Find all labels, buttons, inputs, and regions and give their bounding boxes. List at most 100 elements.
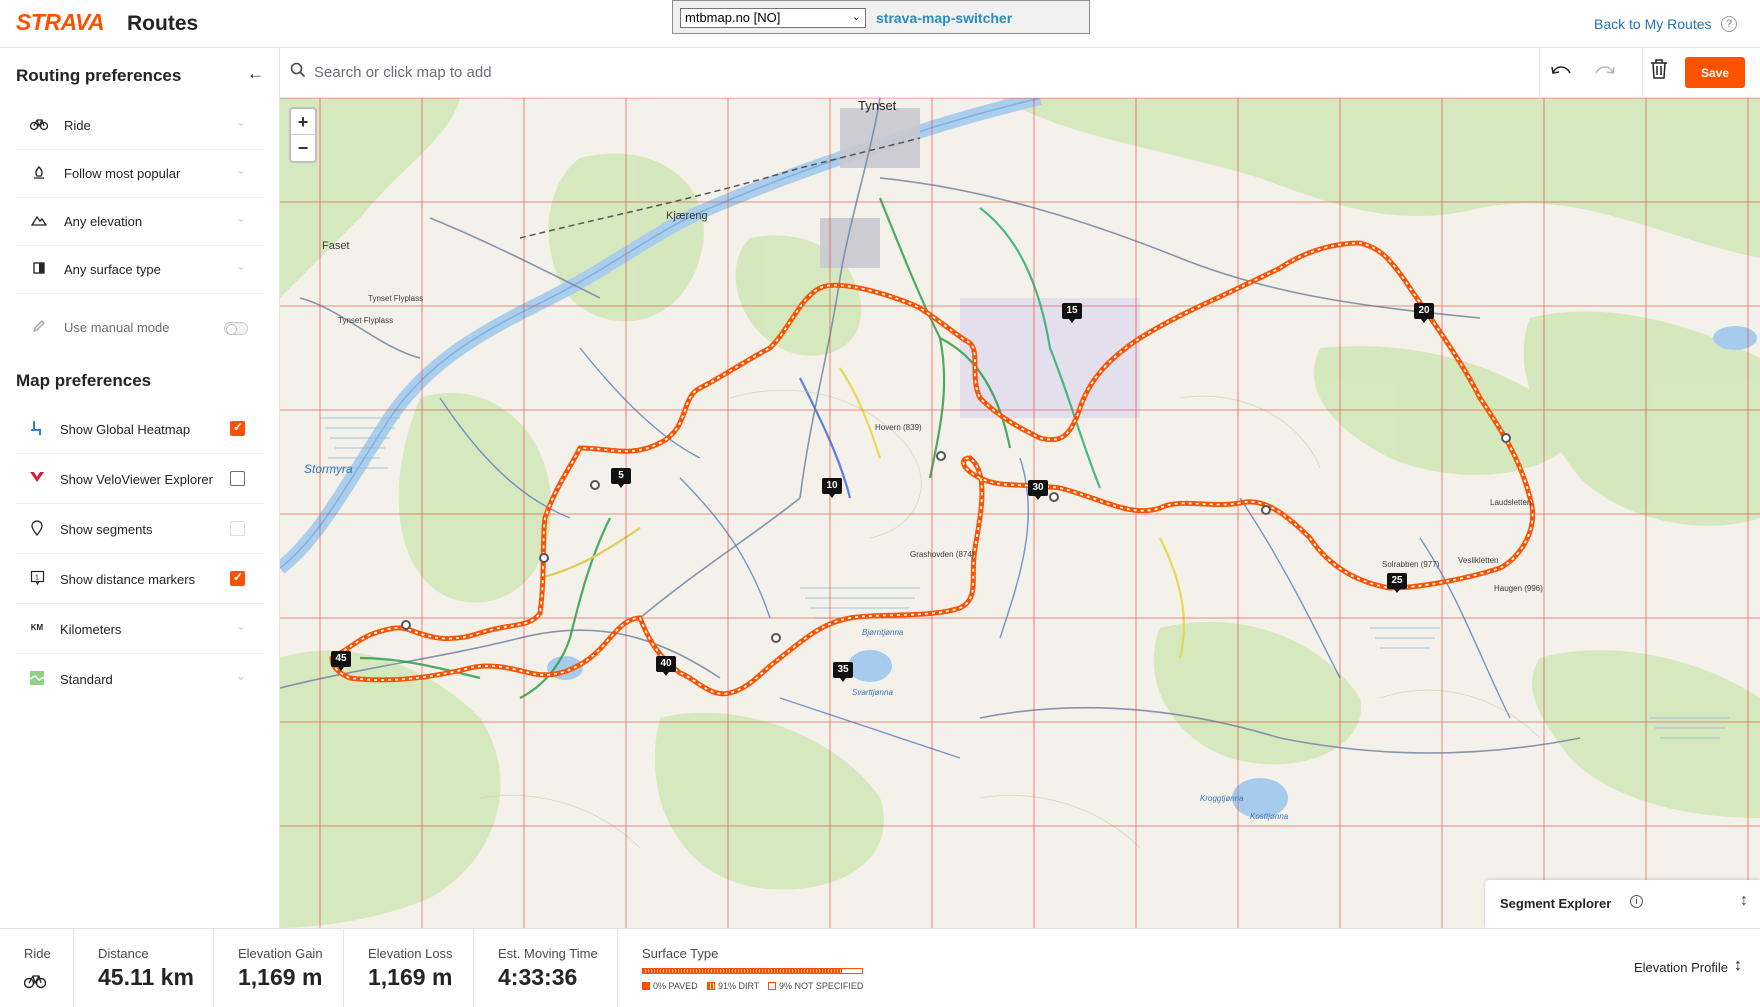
pencil-icon (30, 319, 48, 337)
info-icon[interactable]: i (1630, 895, 1643, 908)
place-label: Tynset (858, 98, 897, 113)
water-label: Stormyra (304, 462, 353, 476)
veloviewer-icon (28, 470, 46, 488)
surface-type-label: Surface Type (642, 946, 719, 961)
map-pref-distance-markers[interactable]: 1 Show distance markers (16, 554, 264, 604)
zoom-in-button[interactable]: + (291, 109, 315, 135)
units-label: Kilometers (60, 622, 122, 637)
water-label: Kosttjønna (1250, 812, 1289, 821)
distance-marker: 40 (656, 656, 676, 676)
map-switcher-extension: mtbmap.no [NO] ⌄ strava-map-switcher (672, 0, 1090, 34)
pref-sport[interactable]: Ride ⌄ (16, 102, 264, 150)
distance-marker: 35 (833, 662, 853, 682)
chevron-down-icon: ⌄ (235, 619, 246, 633)
map-pref-segments[interactable]: Show segments (16, 504, 264, 554)
segment-explorer-title: Segment Explorer (1500, 896, 1612, 911)
stat-sport-label: Ride (24, 946, 51, 961)
surface-dirt-fill (643, 969, 843, 973)
map-pref-veloviewer[interactable]: Show VeloViewer Explorer (16, 454, 264, 504)
manual-mode-toggle[interactable] (224, 322, 248, 335)
help-icon[interactable]: ? (1721, 16, 1737, 32)
pref-sport-label: Ride (64, 118, 91, 133)
pref-surface-label: Any surface type (64, 262, 161, 277)
place-label: Tynset Flyplass (338, 316, 394, 325)
water-label: Bjørntjønna (862, 628, 904, 637)
surface-type: Surface Type 0% PAVED 91% DIRT 9% NOT SP… (642, 929, 882, 1007)
map-canvas (280, 98, 1760, 928)
stat-moving-time: Est. Moving Time 4:33:36 (474, 929, 618, 1007)
page-title: Routes (127, 12, 199, 35)
map-pref-style[interactable]: Standard ⌄ (16, 654, 264, 704)
elevation-loss-value: 1,169 m (368, 964, 453, 990)
collapse-sidebar-icon[interactable]: ← (247, 64, 264, 84)
redo-icon[interactable] (1590, 58, 1620, 88)
routing-preferences-title: Routing preferences (16, 66, 182, 85)
place-label: Faset (322, 240, 350, 252)
map-style-icon (28, 670, 46, 688)
map-source-value: mtbmap.no [NO] (685, 10, 781, 25)
place-label: Laudsletten (1490, 498, 1532, 507)
heatmap-icon (28, 420, 46, 438)
route-stats-bar: Ride Distance 45.11 km Elevation Gain 1,… (0, 928, 1760, 1007)
undo-icon[interactable] (1546, 58, 1576, 88)
chevron-down-icon: ⌄ (235, 163, 246, 177)
pref-elevation[interactable]: Any elevation ⌄ (16, 198, 264, 246)
bike-icon (23, 973, 47, 994)
manual-mode-label: Use manual mode (64, 320, 170, 335)
stat-elevation-gain: Elevation Gain 1,169 m (214, 929, 344, 1007)
map-pref-heatmap[interactable]: Show Global Heatmap (16, 404, 264, 454)
map-source-select[interactable]: mtbmap.no [NO] ⌄ (680, 8, 866, 28)
veloviewer-checkbox[interactable] (230, 471, 245, 486)
strava-logo[interactable]: STRAVA (16, 9, 105, 36)
peak-label: Solrabben (977) (1382, 560, 1440, 569)
back-to-routes-link[interactable]: Back to My Routes (1594, 16, 1712, 32)
search-input[interactable] (314, 57, 1314, 87)
place-label: Kjæreng (666, 210, 708, 222)
bike-icon (29, 117, 49, 135)
route-map[interactable]: + − Tynset Kjæreng Faset Tynset Flyplass… (280, 98, 1760, 928)
distance-marker: 15 (1062, 303, 1082, 323)
trash-icon[interactable] (1644, 58, 1674, 88)
units-icon: KM (30, 623, 44, 632)
zoom-out-button[interactable]: − (291, 135, 315, 161)
stat-distance: Distance 45.11 km (74, 929, 214, 1007)
water-label: Kroggtjønna (1200, 794, 1244, 803)
surface-legend-unspecified: 9% NOT SPECIFIED (768, 981, 863, 991)
distance-marker: 30 (1028, 480, 1048, 500)
search-icon (290, 62, 308, 80)
elevation-gain-label: Elevation Gain (238, 946, 323, 961)
pref-manual-mode: Use manual mode (16, 304, 264, 348)
expand-icon[interactable]: ↕ (1734, 957, 1742, 975)
veloviewer-label: Show VeloViewer Explorer (60, 472, 213, 487)
map-pref-units[interactable]: KM Kilometers ⌄ (16, 604, 264, 654)
moving-time-label: Est. Moving Time (498, 946, 598, 961)
pref-elevation-label: Any elevation (64, 214, 143, 229)
water-label: Svarttjønna (852, 688, 893, 697)
expand-icon[interactable]: ↕ (1740, 892, 1748, 910)
segments-checkbox[interactable] (230, 521, 245, 536)
elevation-icon (30, 213, 48, 231)
stat-elevation-loss: Elevation Loss 1,169 m (344, 929, 474, 1007)
surface-type-bar (642, 968, 863, 974)
distance-marker: 5 (611, 468, 631, 488)
surface-icon (30, 261, 48, 279)
pref-surface[interactable]: Any surface type ⌄ (16, 246, 264, 294)
heatmap-checkbox[interactable] (230, 420, 245, 436)
segment-explorer-panel[interactable]: Segment Explorer i ↕ (1485, 880, 1760, 928)
route-toolbar: Save (280, 48, 1760, 98)
surface-legend-paved: 0% PAVED (642, 981, 698, 991)
peak-label: Haugen (996) (1494, 584, 1543, 593)
pref-popularity[interactable]: Follow most popular ⌄ (16, 150, 264, 198)
distance-marker: 25 (1387, 573, 1407, 593)
map-switcher-link[interactable]: strava-map-switcher (876, 10, 1012, 26)
moving-time-value: 4:33:36 (498, 964, 578, 990)
chevron-down-icon: ⌄ (235, 669, 246, 683)
elevation-profile-toggle[interactable]: Elevation Profile (1634, 960, 1728, 975)
distance-markers-checkbox[interactable] (230, 570, 245, 586)
toolbar-divider (1539, 48, 1540, 97)
map-preferences-title: Map preferences (16, 371, 152, 390)
distance-marker: 20 (1414, 303, 1434, 323)
save-button[interactable]: Save (1685, 57, 1745, 88)
place-label: Tynset Flyplass (368, 294, 424, 303)
chevron-down-icon: ⌄ (235, 259, 246, 273)
